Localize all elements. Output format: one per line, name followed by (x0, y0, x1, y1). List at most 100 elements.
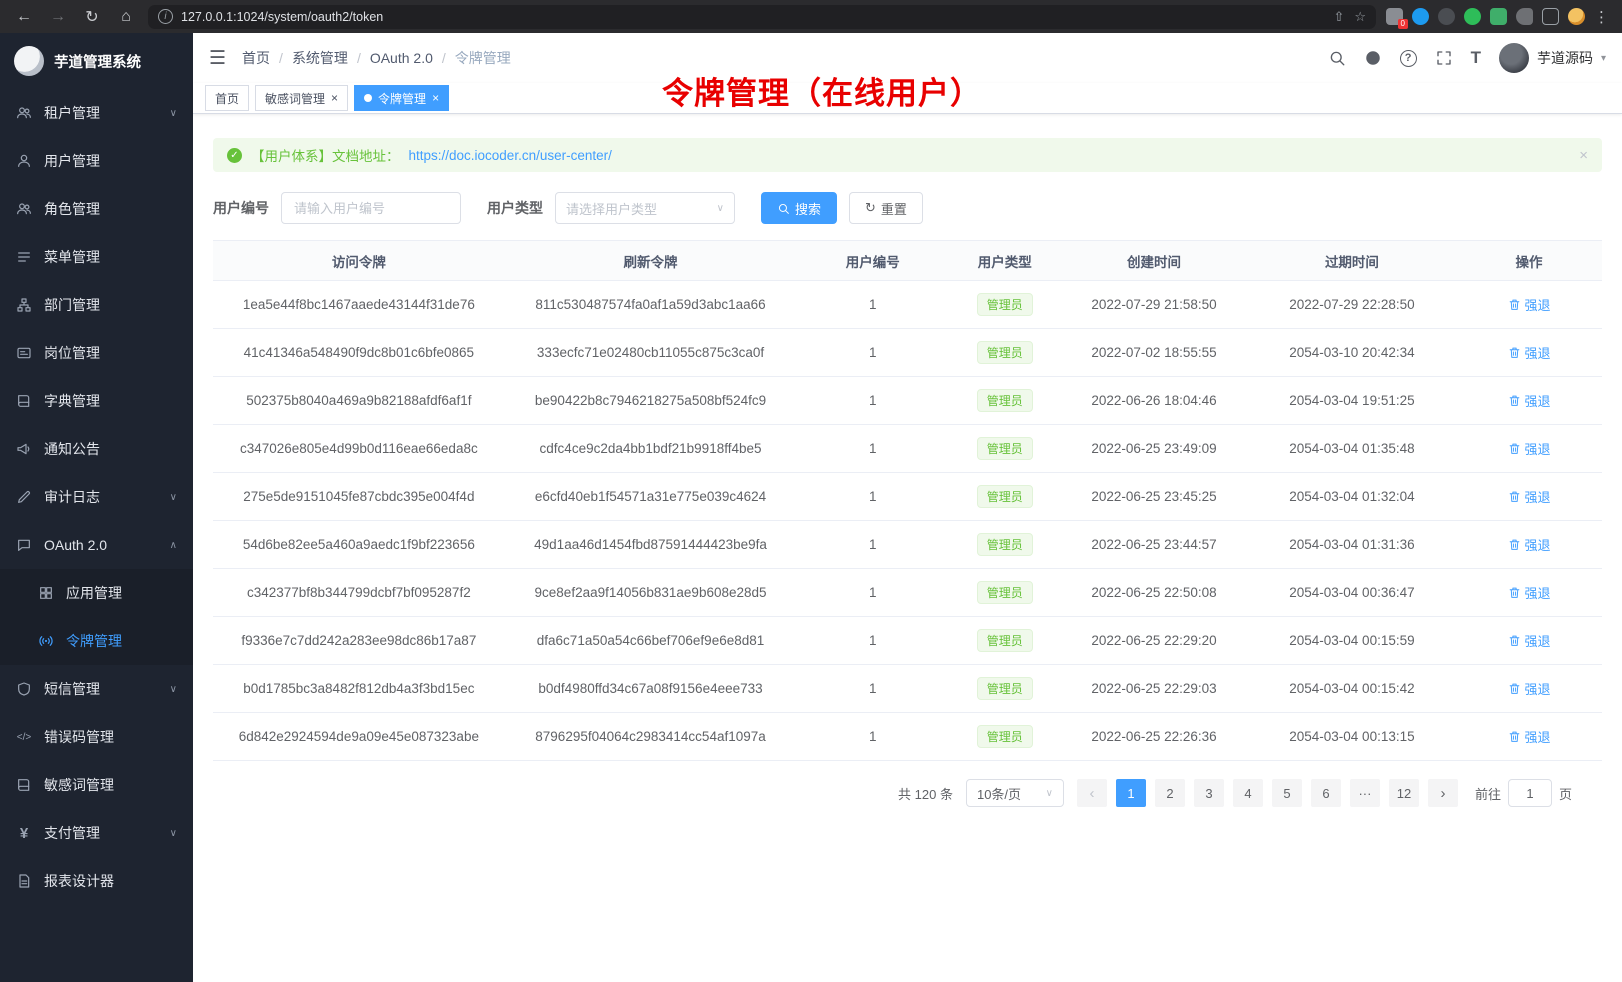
help-icon[interactable]: ? (1400, 50, 1417, 67)
browser-home-button[interactable]: ⌂ (114, 5, 138, 29)
address-bar[interactable]: i 127.0.0.1:1024/system/oauth2/token ⇧ ☆ (148, 5, 1376, 29)
force-logout-button[interactable]: 强退 (1508, 631, 1551, 650)
breadcrumb-system[interactable]: 系统管理 (292, 48, 348, 68)
force-logout-button[interactable]: 强退 (1508, 535, 1551, 554)
side-panel-icon[interactable] (1542, 8, 1559, 25)
user-menu[interactable]: 芋道源码 ▾ (1499, 43, 1606, 73)
font-size-icon[interactable]: T (1471, 48, 1481, 68)
col-refresh-token: 刷新令牌 (505, 241, 797, 281)
tab-home[interactable]: 首页 (205, 85, 249, 111)
alert-close-icon[interactable]: × (1579, 147, 1588, 164)
share-icon[interactable]: ⇧ (1333, 9, 1344, 25)
github-icon[interactable] (1364, 49, 1382, 67)
doc-link[interactable]: https://doc.iocoder.cn/user-center/ (409, 148, 612, 163)
token-table: 访问令牌 刷新令牌 用户编号 用户类型 创建时间 过期时间 操作 1ea5e44… (213, 240, 1602, 761)
sidebar-item-oauth2[interactable]: OAuth 2.0 ∧ (0, 521, 193, 569)
table-row: 275e5de9151045fe87cbdc395e004f4d e6cfd40… (213, 473, 1602, 521)
extension-icon-5[interactable] (1490, 8, 1507, 25)
page-button-1[interactable]: 1 (1116, 779, 1146, 807)
sidebar-item-user[interactable]: 用户管理 (0, 137, 193, 185)
force-logout-button[interactable]: 强退 (1508, 727, 1551, 746)
browser-forward-button[interactable]: → (46, 5, 70, 29)
browser-profile-avatar[interactable] (1568, 8, 1585, 25)
sidebar-item-department[interactable]: 部门管理 (0, 281, 193, 329)
goto-page: 前往 页 (1475, 779, 1572, 807)
sidebar-item-oauth2-token[interactable]: 令牌管理 (0, 617, 193, 665)
sidebar-item-oauth2-app[interactable]: 应用管理 (0, 569, 193, 617)
force-logout-button[interactable]: 强退 (1508, 439, 1551, 458)
logo-image (14, 46, 44, 76)
force-logout-button[interactable]: 强退 (1508, 487, 1551, 506)
notice-icon (16, 441, 32, 457)
force-logout-button[interactable]: 强退 (1508, 391, 1551, 410)
tab-sensitive-word[interactable]: 敏感词管理 × (255, 85, 348, 111)
browser-back-button[interactable]: ← (12, 5, 36, 29)
sidebar-item-tenant[interactable]: 租户管理 ∨ (0, 89, 193, 137)
page-button-12[interactable]: 12 (1389, 779, 1419, 807)
sidebar-item-menu[interactable]: 菜单管理 (0, 233, 193, 281)
sidebar-item-sensitive-word[interactable]: 敏感词管理 (0, 761, 193, 809)
sidebar-item-payment[interactable]: ¥ 支付管理 ∨ (0, 809, 193, 857)
close-icon[interactable]: × (432, 92, 439, 104)
page-button-5[interactable]: 5 (1272, 779, 1302, 807)
browser-menu-icon[interactable]: ⋮ (1594, 8, 1610, 26)
page-button-6[interactable]: 6 (1311, 779, 1341, 807)
table-row: 6d842e2924594de9a09e45e087323abe 8796295… (213, 713, 1602, 761)
search-form: 用户编号 用户类型 请选择用户类型 ∨ 搜索 ↻ 重置 (213, 192, 1602, 224)
extension-icon-1[interactable]: 0 (1386, 8, 1403, 25)
next-page-button[interactable]: › (1428, 779, 1458, 807)
doc-alert: ✓ 【用户体系】文档地址： https://doc.iocoder.cn/use… (213, 138, 1602, 172)
sidebar-item-role[interactable]: 角色管理 (0, 185, 193, 233)
page-button-4[interactable]: 4 (1233, 779, 1263, 807)
extensions-puzzle-icon[interactable] (1516, 8, 1533, 25)
bookmark-star-icon[interactable]: ☆ (1354, 9, 1366, 25)
sidebar-item-audit-log[interactable]: 审计日志 ∨ (0, 473, 193, 521)
hamburger-menu-icon[interactable]: ☰ (209, 47, 226, 70)
breadcrumb-oauth2[interactable]: OAuth 2.0 (370, 50, 433, 66)
browser-reload-button[interactable]: ↻ (80, 5, 104, 29)
extensions-area: 0 ⋮ (1386, 8, 1610, 26)
extension-icon-4[interactable] (1464, 8, 1481, 25)
force-logout-button[interactable]: 强退 (1508, 343, 1551, 362)
page-ellipsis-button[interactable]: ··· (1350, 779, 1380, 807)
prev-page-button[interactable]: ‹ (1077, 779, 1107, 807)
user-type-select[interactable]: 请选择用户类型 ∨ (555, 192, 735, 224)
reset-button[interactable]: ↻ 重置 (849, 192, 923, 224)
app-logo[interactable]: 芋道管理系统 (0, 33, 193, 89)
sidebar-item-report-designer[interactable]: 报表设计器 (0, 857, 193, 905)
error-code-icon: </> (16, 732, 32, 743)
user-type-badge: 管理员 (977, 725, 1033, 748)
force-logout-button[interactable]: 强退 (1508, 679, 1551, 698)
user-type-badge: 管理员 (977, 293, 1033, 316)
extension-icon-3[interactable] (1438, 8, 1455, 25)
trash-icon (1508, 634, 1521, 647)
search-button[interactable]: 搜索 (761, 192, 837, 224)
tab-token[interactable]: 令牌管理 × (354, 85, 449, 111)
close-icon[interactable]: × (331, 92, 338, 104)
page-size-select[interactable]: 10条/页 ∨ (966, 779, 1064, 807)
search-icon[interactable] (1328, 49, 1346, 67)
fullscreen-icon[interactable] (1435, 49, 1453, 67)
page-button-3[interactable]: 3 (1194, 779, 1224, 807)
tenants-icon (16, 105, 32, 121)
url-text[interactable]: 127.0.0.1:1024/system/oauth2/token (181, 10, 1325, 24)
table-row: c342377bf8b344799dcbf7bf095287f2 9ce8ef2… (213, 569, 1602, 617)
sensitive-word-icon (16, 777, 32, 793)
user-id-input[interactable] (281, 192, 461, 224)
dict-icon (16, 393, 32, 409)
sidebar-item-post[interactable]: 岗位管理 (0, 329, 193, 377)
site-info-icon[interactable]: i (158, 9, 173, 24)
sidebar-item-notice[interactable]: 通知公告 (0, 425, 193, 473)
sidebar-item-dict[interactable]: 字典管理 (0, 377, 193, 425)
extension-icon-2[interactable] (1412, 8, 1429, 25)
goto-page-input[interactable] (1508, 779, 1552, 807)
user-type-badge: 管理员 (977, 341, 1033, 364)
sidebar-item-error-code[interactable]: </> 错误码管理 (0, 713, 193, 761)
audit-icon (16, 489, 32, 505)
table-row: c347026e805e4d99b0d116eae66eda8c cdfc4ce… (213, 425, 1602, 473)
force-logout-button[interactable]: 强退 (1508, 583, 1551, 602)
breadcrumb-home[interactable]: 首页 (242, 48, 270, 68)
page-button-2[interactable]: 2 (1155, 779, 1185, 807)
force-logout-button[interactable]: 强退 (1508, 295, 1551, 314)
sidebar-item-sms[interactable]: 短信管理 ∨ (0, 665, 193, 713)
